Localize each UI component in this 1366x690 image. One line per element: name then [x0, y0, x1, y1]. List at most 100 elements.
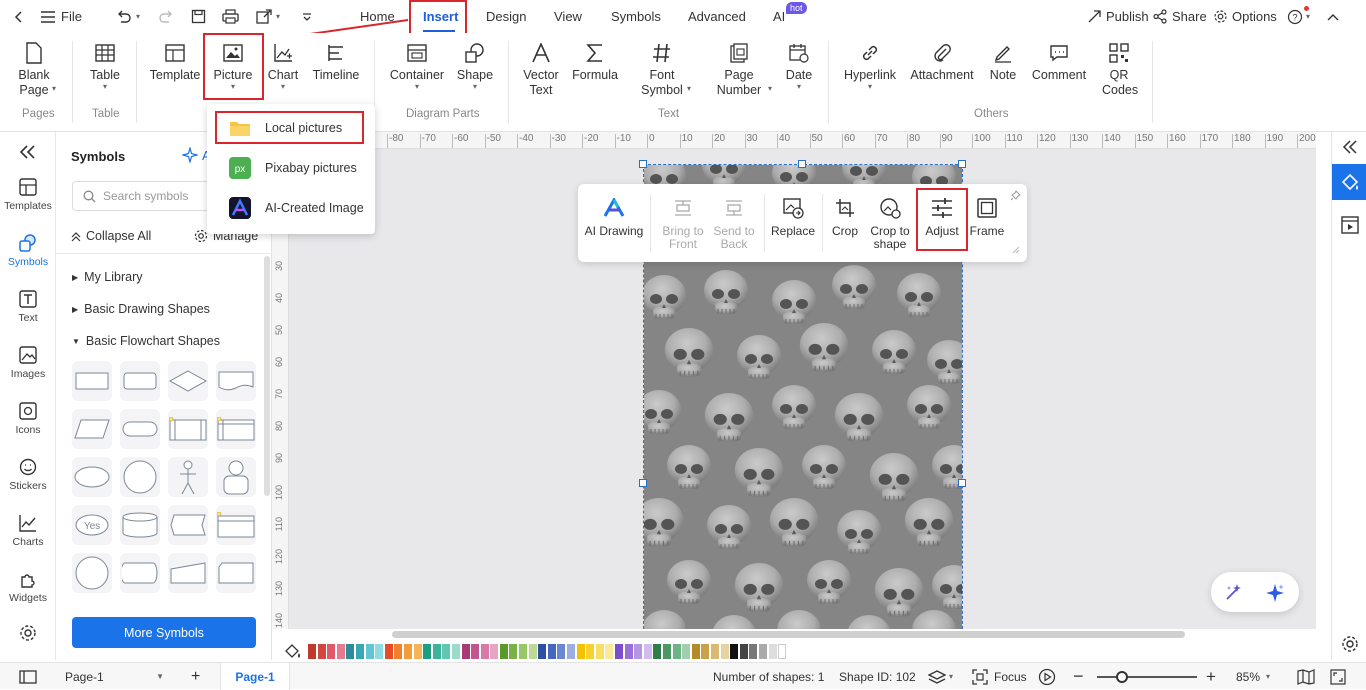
color-swatch[interactable] [480, 644, 489, 659]
rail-icons[interactable]: Icons [0, 402, 56, 436]
page-tab-active[interactable]: Page-1 [220, 663, 290, 690]
shape-drum[interactable] [120, 553, 160, 593]
resize-handle[interactable] [958, 160, 966, 168]
table-button[interactable]: Table ▾ [86, 41, 124, 91]
zoom-slider-thumb[interactable] [1116, 671, 1128, 683]
color-swatch[interactable] [394, 644, 403, 659]
color-swatch[interactable] [375, 644, 384, 659]
vector-text-button[interactable]: Vector Text [518, 41, 564, 98]
color-swatch[interactable] [672, 644, 681, 659]
color-swatch[interactable] [355, 644, 364, 659]
file-menu[interactable]: File [40, 0, 82, 33]
color-swatch[interactable] [749, 644, 758, 659]
color-swatch[interactable] [615, 644, 623, 659]
panel-scrollbar[interactable] [264, 256, 270, 496]
color-swatch[interactable] [595, 644, 604, 659]
color-swatch[interactable] [346, 644, 355, 659]
color-swatch[interactable] [701, 644, 710, 659]
color-swatch[interactable] [720, 644, 729, 659]
shape-document[interactable] [216, 361, 256, 401]
presentation-icon[interactable] [1341, 216, 1359, 234]
shape-cylinder[interactable] [120, 505, 160, 545]
color-swatch[interactable] [442, 644, 451, 659]
tab-design[interactable]: Design [486, 0, 526, 33]
bring-to-front-button[interactable]: Bring to Front [658, 196, 708, 251]
color-swatch[interactable] [634, 644, 643, 659]
timeline-button[interactable]: Timeline [310, 41, 362, 83]
color-swatch[interactable] [327, 644, 336, 659]
color-swatch[interactable] [509, 644, 518, 659]
color-swatch[interactable] [653, 644, 662, 659]
shape-rounded-rect[interactable] [120, 361, 160, 401]
template-button[interactable]: Template [148, 41, 202, 83]
undo-icon[interactable]: ▾ [116, 0, 140, 33]
shape-actor[interactable] [168, 457, 208, 497]
color-swatch[interactable] [605, 644, 614, 659]
crop-button[interactable]: Crop [828, 196, 862, 238]
resize-handle[interactable] [958, 479, 966, 487]
rail-symbols[interactable]: Symbols [0, 234, 56, 268]
rail-images[interactable]: Images [0, 346, 56, 380]
crop-to-shape-button[interactable]: Crop to shape [868, 196, 912, 251]
category-basic-flowchart[interactable]: ▼ Basic Flowchart Shapes [72, 334, 220, 348]
color-swatch[interactable] [778, 644, 787, 659]
color-swatch[interactable] [451, 644, 460, 659]
print-icon[interactable] [222, 0, 239, 33]
fullscreen-icon[interactable] [1330, 663, 1346, 690]
shape-connector[interactable] [72, 553, 112, 593]
color-swatch[interactable] [768, 644, 777, 659]
color-swatch[interactable] [384, 644, 393, 659]
canvas-horizontal-scrollbar[interactable] [392, 631, 1185, 638]
color-swatch[interactable] [662, 644, 671, 659]
page-number-button[interactable]: Page Number [714, 41, 764, 98]
rail-charts[interactable]: Charts [0, 514, 56, 548]
color-swatch[interactable] [461, 644, 470, 659]
zoom-in-icon[interactable]: + [1206, 663, 1216, 690]
shape-decision[interactable] [168, 361, 208, 401]
resize-handle[interactable] [639, 160, 647, 168]
comment-button[interactable]: Comment [1030, 41, 1088, 83]
font-symbol-button[interactable]: Font Symbol [636, 41, 688, 98]
zoom-select[interactable]: 85% ▾ [1236, 663, 1270, 690]
layers-icon[interactable]: ▾ [928, 663, 953, 690]
page-select[interactable]: Page-1 ▼ [56, 663, 166, 690]
date-button[interactable]: Date ▾ [782, 41, 816, 91]
shape-person[interactable] [216, 457, 256, 497]
shape-predefined-process[interactable] [168, 409, 208, 449]
fit-page-icon[interactable] [1297, 663, 1315, 690]
color-swatch[interactable] [528, 644, 537, 659]
help-icon[interactable]: ? ▾ [1287, 0, 1310, 33]
color-swatch[interactable] [365, 644, 374, 659]
color-swatches[interactable] [308, 644, 788, 659]
shape-card[interactable] [168, 505, 208, 545]
more-symbols-button[interactable]: More Symbols [72, 617, 256, 648]
send-to-back-button[interactable]: Send to Back [710, 196, 758, 251]
tab-view[interactable]: View [554, 0, 582, 33]
color-swatch[interactable] [336, 644, 345, 659]
collapse-all-button[interactable]: Collapse All [70, 229, 151, 243]
color-swatch[interactable] [586, 644, 595, 659]
category-my-library[interactable]: ▶ My Library [72, 270, 143, 284]
shape-circle[interactable] [120, 457, 160, 497]
color-swatch[interactable] [624, 644, 633, 659]
shape-internal-storage[interactable] [216, 409, 256, 449]
color-swatch[interactable] [317, 644, 326, 659]
shape-manual-input[interactable] [168, 553, 208, 593]
tab-advanced[interactable]: Advanced [688, 0, 746, 33]
shape-process[interactable] [72, 361, 112, 401]
ai-wand-icon[interactable] [1225, 583, 1243, 601]
color-swatch[interactable] [471, 644, 480, 659]
frame-button[interactable]: Frame [968, 196, 1006, 238]
zoom-slider[interactable] [1097, 676, 1197, 678]
color-swatch[interactable] [423, 644, 432, 659]
fill-bucket-icon[interactable] [284, 643, 304, 659]
collapse-ribbon-icon[interactable] [1327, 0, 1339, 33]
rail-text[interactable]: Text [0, 290, 56, 324]
color-swatch[interactable] [490, 644, 499, 659]
share-button[interactable]: Share [1153, 0, 1207, 33]
color-swatch[interactable] [499, 644, 508, 659]
redo-icon[interactable] [158, 0, 174, 33]
category-basic-drawing[interactable]: ▶ Basic Drawing Shapes [72, 302, 210, 316]
color-swatch[interactable] [643, 644, 652, 659]
back-icon[interactable] [12, 0, 26, 33]
